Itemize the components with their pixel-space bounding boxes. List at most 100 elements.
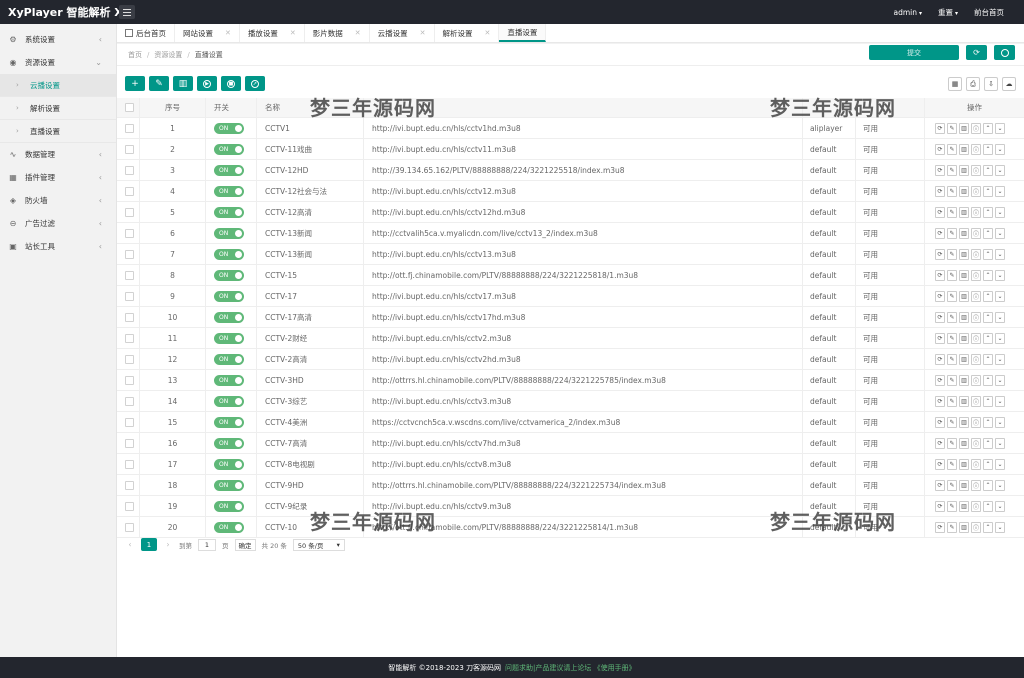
move-up-icon[interactable]: ⌃: [983, 479, 993, 491]
submit-button[interactable]: 提交: [869, 45, 959, 60]
refresh-icon[interactable]: ⟳: [935, 248, 945, 260]
move-up-icon[interactable]: ⌃: [983, 437, 993, 449]
header-url[interactable]: [364, 98, 803, 117]
row-checkbox[interactable]: [124, 165, 134, 175]
edit-icon[interactable]: ✎: [947, 353, 957, 365]
move-down-icon[interactable]: ⌄: [995, 227, 1005, 239]
enable-toggle[interactable]: ON: [214, 479, 244, 491]
move-up-icon[interactable]: ⌃: [983, 143, 993, 155]
edit-icon[interactable]: ✎: [947, 290, 957, 302]
table-row[interactable]: 9 ON CCTV-17 http://ivi.bupt.edu.cn/hls/cct…: [117, 286, 1024, 307]
move-down-icon[interactable]: ⌄: [995, 353, 1005, 365]
move-up-icon[interactable]: ⌃: [983, 458, 993, 470]
edit-button[interactable]: ✎: [149, 76, 169, 91]
move-down-icon[interactable]: ⌄: [995, 479, 1005, 491]
info-icon[interactable]: ⓘ: [971, 374, 981, 386]
cloud-icon[interactable]: ☁: [1002, 77, 1016, 91]
edit-icon[interactable]: ✎: [947, 395, 957, 407]
delete-icon[interactable]: ▥: [959, 437, 969, 449]
print-icon[interactable]: ⎙: [966, 77, 980, 91]
tab-parse-settings[interactable]: 解析设置 ✕: [435, 24, 500, 42]
info-icon[interactable]: ⓘ: [971, 521, 981, 533]
refresh-icon[interactable]: ⟳: [935, 500, 945, 512]
table-row[interactable]: 13 ON CCTV-3HD http://ottrrs.hl.chinamobile…: [117, 370, 1024, 391]
move-up-icon[interactable]: ⌃: [983, 311, 993, 323]
refresh-icon[interactable]: ⟳: [935, 479, 945, 491]
delete-icon[interactable]: ▥: [959, 269, 969, 281]
move-down-icon[interactable]: ⌄: [995, 395, 1005, 407]
tab-play-settings[interactable]: 播放设置 ✕: [240, 24, 305, 42]
enable-toggle[interactable]: ON: [214, 437, 244, 449]
move-up-icon[interactable]: ⌃: [983, 164, 993, 176]
delete-button[interactable]: ▥: [173, 76, 193, 91]
table-row[interactable]: 8 ON CCTV-15 http://ott.fj.chinamobile.com/…: [117, 265, 1024, 286]
table-row[interactable]: 18 ON CCTV-9HD http://ottrrs.hl.chinamobile…: [117, 475, 1024, 496]
enable-toggle[interactable]: ON: [214, 227, 244, 239]
table-row[interactable]: 11 ON CCTV-2财经 http://ivi.bupt.edu.cn/hls/c…: [117, 328, 1024, 349]
delete-icon[interactable]: ▥: [959, 332, 969, 344]
table-row[interactable]: 2 ON CCTV-11戏曲 http://ivi.bupt.edu.cn/hls/c…: [117, 139, 1024, 160]
edit-icon[interactable]: ✎: [947, 185, 957, 197]
delete-icon[interactable]: ▥: [959, 500, 969, 512]
info-icon[interactable]: ⓘ: [971, 248, 981, 260]
row-checkbox[interactable]: [124, 312, 134, 322]
table-row[interactable]: 7 ON CCTV-13新闻 http://ivi.bupt.edu.cn/hls/c…: [117, 244, 1024, 265]
sidebar-item-plugin[interactable]: ▦ 插件管理 ‹: [0, 166, 116, 189]
header-no[interactable]: 序号: [140, 98, 206, 117]
delete-icon[interactable]: ▥: [959, 479, 969, 491]
info-icon[interactable]: ⓘ: [971, 500, 981, 512]
export-icon[interactable]: ⇩: [984, 77, 998, 91]
header-name[interactable]: 名称: [257, 98, 364, 117]
next-page-icon[interactable]: ›: [163, 540, 173, 549]
delete-icon[interactable]: ▥: [959, 290, 969, 302]
refresh-icon[interactable]: ⟳: [935, 458, 945, 470]
move-down-icon[interactable]: ⌄: [995, 206, 1005, 218]
refresh-icon[interactable]: ⟳: [935, 374, 945, 386]
table-row[interactable]: 20 ON CCTV-10 http://ott.fj.chinamobile.com…: [117, 517, 1024, 538]
frontend-link[interactable]: 前台首页: [974, 7, 1004, 18]
table-row[interactable]: 4 ON CCTV-12社会与法 http://ivi.bupt.edu.cn/hls…: [117, 181, 1024, 202]
edit-icon[interactable]: ✎: [947, 143, 957, 155]
enable-toggle[interactable]: ON: [214, 164, 244, 176]
row-checkbox[interactable]: [124, 207, 134, 217]
more-button[interactable]: [994, 45, 1015, 60]
add-button[interactable]: +: [125, 76, 145, 91]
tab-site-settings[interactable]: 网站设置 ✕: [175, 24, 240, 42]
sidebar-subitem-parse[interactable]: › 解析设置: [0, 97, 116, 120]
refresh-icon[interactable]: ⟳: [935, 164, 945, 176]
delete-icon[interactable]: ▥: [959, 416, 969, 428]
delete-icon[interactable]: ▥: [959, 248, 969, 260]
select-all-checkbox[interactable]: [124, 103, 134, 112]
info-icon[interactable]: ⓘ: [971, 185, 981, 197]
refresh-button[interactable]: ⟳: [966, 45, 987, 60]
test-button[interactable]: ➚: [245, 76, 265, 91]
refresh-icon[interactable]: ⟳: [935, 311, 945, 323]
row-checkbox[interactable]: [124, 228, 134, 238]
row-checkbox[interactable]: [124, 501, 134, 511]
move-up-icon[interactable]: ⌃: [983, 206, 993, 218]
row-checkbox[interactable]: [124, 480, 134, 490]
refresh-icon[interactable]: ⟳: [935, 206, 945, 218]
table-row[interactable]: 17 ON CCTV-8电视剧 http://ivi.bupt.edu.cn/hls/…: [117, 454, 1024, 475]
delete-icon[interactable]: ▥: [959, 521, 969, 533]
move-up-icon[interactable]: ⌃: [983, 332, 993, 344]
close-icon[interactable]: ✕: [420, 29, 426, 37]
info-icon[interactable]: ⓘ: [971, 227, 981, 239]
move-up-icon[interactable]: ⌃: [983, 395, 993, 407]
per-page-select[interactable]: 50 条/页 ▾: [292, 538, 345, 551]
menu-toggle-icon[interactable]: [119, 5, 135, 19]
move-down-icon[interactable]: ⌄: [995, 164, 1005, 176]
sidebar-item-data[interactable]: ∿ 数据管理 ‹: [0, 143, 116, 166]
delete-icon[interactable]: ▥: [959, 206, 969, 218]
tab-cloud-settings[interactable]: 云播设置 ✕: [370, 24, 435, 42]
edit-icon[interactable]: ✎: [947, 437, 957, 449]
move-up-icon[interactable]: ⌃: [983, 290, 993, 302]
enable-toggle[interactable]: ON: [214, 374, 244, 386]
edit-icon[interactable]: ✎: [947, 164, 957, 176]
enable-toggle[interactable]: ON: [214, 521, 244, 533]
footer-link[interactable]: 问题求助|产品建议请上论坛 《使用手册》: [505, 663, 636, 673]
row-checkbox[interactable]: [124, 417, 134, 427]
refresh-icon[interactable]: ⟳: [935, 332, 945, 344]
refresh-icon[interactable]: ⟳: [935, 353, 945, 365]
enable-toggle[interactable]: ON: [214, 143, 244, 155]
